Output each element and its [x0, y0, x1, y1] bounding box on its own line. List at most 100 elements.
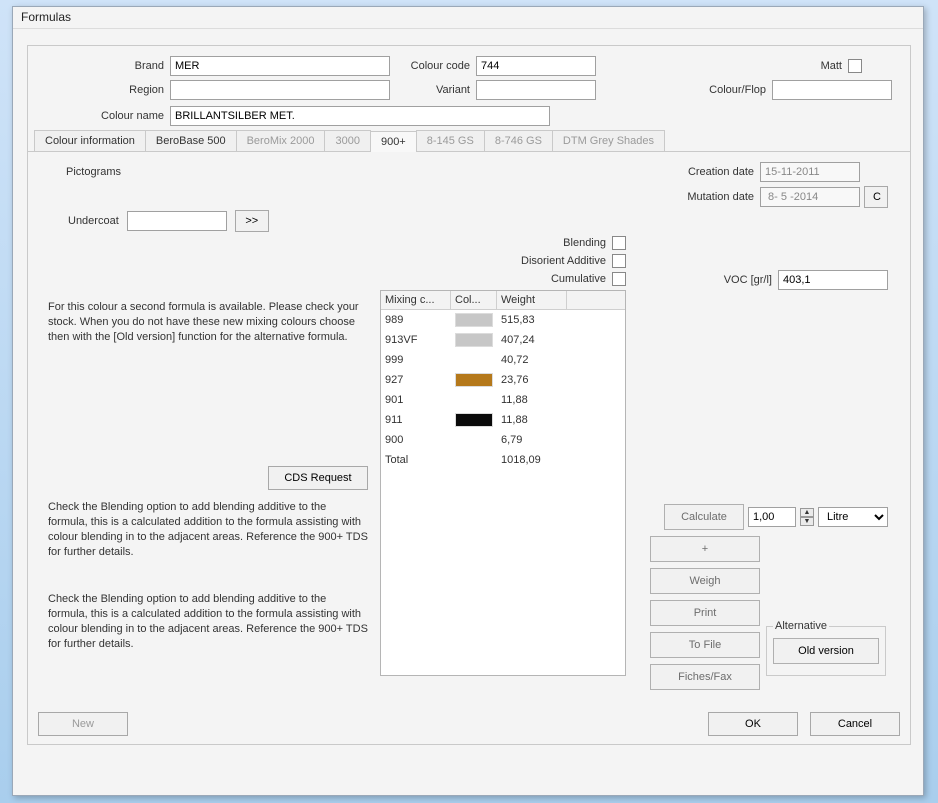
- cell-code: 927: [381, 372, 451, 388]
- voc-input[interactable]: [778, 270, 888, 290]
- undercoat-label: Undercoat: [68, 215, 119, 227]
- cell-code: 913VF: [381, 332, 451, 348]
- cell-weight: 23,76: [497, 372, 567, 388]
- formula-grid[interactable]: Mixing c... Col... Weight 989 515,83 913VF…: [380, 290, 626, 676]
- cell-colour: [451, 371, 497, 389]
- tab-body: Pictograms Undercoat >> Creation date Mu…: [28, 152, 910, 692]
- cell-colour: [451, 358, 497, 362]
- pictograms-label: Pictograms: [66, 166, 121, 178]
- plus-button[interactable]: +: [650, 536, 760, 562]
- alternative-fieldset: Alternative Old version: [766, 620, 886, 676]
- colourname-input[interactable]: [170, 106, 550, 126]
- tab-dtm-grey-shades: DTM Grey Shades: [552, 130, 665, 151]
- tab-colour-information[interactable]: Colour information: [34, 130, 146, 151]
- cds-request-button[interactable]: CDS Request: [268, 466, 368, 490]
- weigh-button[interactable]: Weigh: [650, 568, 760, 594]
- spin-down-icon[interactable]: ▼: [800, 517, 814, 526]
- variant-input[interactable]: [476, 80, 596, 100]
- colour-swatch: [455, 373, 493, 387]
- matt-label: Matt: [798, 60, 848, 72]
- brand-label: Brand: [36, 60, 170, 72]
- info-text-2: Check the Blending option to add blendin…: [48, 500, 368, 560]
- region-input[interactable]: [170, 80, 390, 100]
- mutation-c-button[interactable]: C: [864, 186, 888, 208]
- blending-label: Blending: [563, 237, 606, 249]
- table-row[interactable]: 927 23,76: [381, 370, 625, 390]
- table-row[interactable]: 900 6,79: [381, 430, 625, 450]
- colourflop-label: Colour/Flop: [692, 84, 772, 96]
- tab-3000: 3000: [324, 130, 370, 151]
- cell-weight: 515,83: [497, 312, 567, 328]
- spin-up-icon[interactable]: ▲: [800, 508, 814, 517]
- fiches-fax-button[interactable]: Fiches/Fax: [650, 664, 760, 690]
- colourflop-input[interactable]: [772, 80, 892, 100]
- colour-swatch: [455, 413, 493, 427]
- cancel-button[interactable]: Cancel: [810, 712, 900, 736]
- tab-berobase-500[interactable]: BeroBase 500: [145, 130, 237, 151]
- tab-beromix-2000: BeroMix 2000: [236, 130, 326, 151]
- cell-colour: [451, 411, 497, 429]
- grid-header-spare: [567, 291, 625, 309]
- bottom-bar: New OK Cancel: [38, 712, 900, 736]
- info-text-3: Check the Blending option to add blendin…: [48, 592, 368, 652]
- table-row[interactable]: 913VF 407,24: [381, 330, 625, 350]
- grid-total-label: Total: [381, 452, 451, 468]
- alternative-legend: Alternative: [773, 620, 829, 632]
- blending-checkbox[interactable]: [612, 236, 626, 250]
- cell-weight: 407,24: [497, 332, 567, 348]
- cell-code: 989: [381, 312, 451, 328]
- cell-colour: [451, 398, 497, 402]
- colour-swatch: [455, 333, 493, 347]
- tab-8-746-gs: 8-746 GS: [484, 130, 553, 151]
- amount-input[interactable]: [748, 507, 796, 527]
- cell-code: 999: [381, 352, 451, 368]
- print-button[interactable]: Print: [650, 600, 760, 626]
- tab-900-[interactable]: 900+: [370, 131, 417, 152]
- table-row[interactable]: 989 515,83: [381, 310, 625, 330]
- tabs-bar: Colour informationBeroBase 500BeroMix 20…: [28, 130, 910, 152]
- tab-8-145-gs: 8-145 GS: [416, 130, 485, 151]
- disorient-additive-checkbox[interactable]: [612, 254, 626, 268]
- grid-header-weight[interactable]: Weight: [497, 291, 567, 309]
- grid-header-colour[interactable]: Col...: [451, 291, 497, 309]
- table-row[interactable]: 911 11,88: [381, 410, 625, 430]
- creation-date-label: Creation date: [670, 166, 760, 178]
- creation-date-value: [760, 162, 860, 182]
- cumulative-checkbox[interactable]: [612, 272, 626, 286]
- cell-code: 901: [381, 392, 451, 408]
- colourname-label: Colour name: [36, 110, 170, 122]
- old-version-button[interactable]: Old version: [773, 638, 879, 664]
- mutation-date-value: [760, 187, 860, 207]
- cell-weight: 11,88: [497, 392, 567, 408]
- ok-button[interactable]: OK: [708, 712, 798, 736]
- mutation-date-label: Mutation date: [670, 191, 760, 203]
- voc-label: VOC [gr/l]: [724, 274, 772, 286]
- to-file-button[interactable]: To File: [650, 632, 760, 658]
- cell-colour: [451, 331, 497, 349]
- colour-swatch: [455, 313, 493, 327]
- cell-colour: [451, 438, 497, 442]
- cell-weight: 40,72: [497, 352, 567, 368]
- brand-input[interactable]: [170, 56, 390, 76]
- colourcode-input[interactable]: [476, 56, 596, 76]
- grid-total-row: Total 1018,09: [381, 450, 625, 470]
- grid-header-code[interactable]: Mixing c...: [381, 291, 451, 309]
- cell-code: 900: [381, 432, 451, 448]
- table-row[interactable]: 999 40,72: [381, 350, 625, 370]
- content-frame: Brand Colour code Matt Region Variant Co…: [27, 45, 911, 745]
- unit-select[interactable]: Litre: [818, 507, 888, 527]
- undercoat-picker-button[interactable]: >>: [235, 210, 269, 232]
- cell-code: 911: [381, 412, 451, 428]
- table-row[interactable]: 901 11,88: [381, 390, 625, 410]
- cell-weight: 11,88: [497, 412, 567, 428]
- new-button[interactable]: New: [38, 712, 128, 736]
- cell-weight: 6,79: [497, 432, 567, 448]
- header-form: Brand Colour code Matt Region Variant Co…: [28, 46, 910, 126]
- matt-checkbox[interactable]: [848, 59, 862, 73]
- undercoat-input[interactable]: [127, 211, 227, 231]
- cell-colour: [451, 311, 497, 329]
- window-title: Formulas: [13, 7, 923, 29]
- calculate-button[interactable]: Calculate: [664, 504, 744, 530]
- grid-total-value: 1018,09: [497, 452, 567, 468]
- amount-spinner[interactable]: ▲ ▼: [800, 508, 814, 526]
